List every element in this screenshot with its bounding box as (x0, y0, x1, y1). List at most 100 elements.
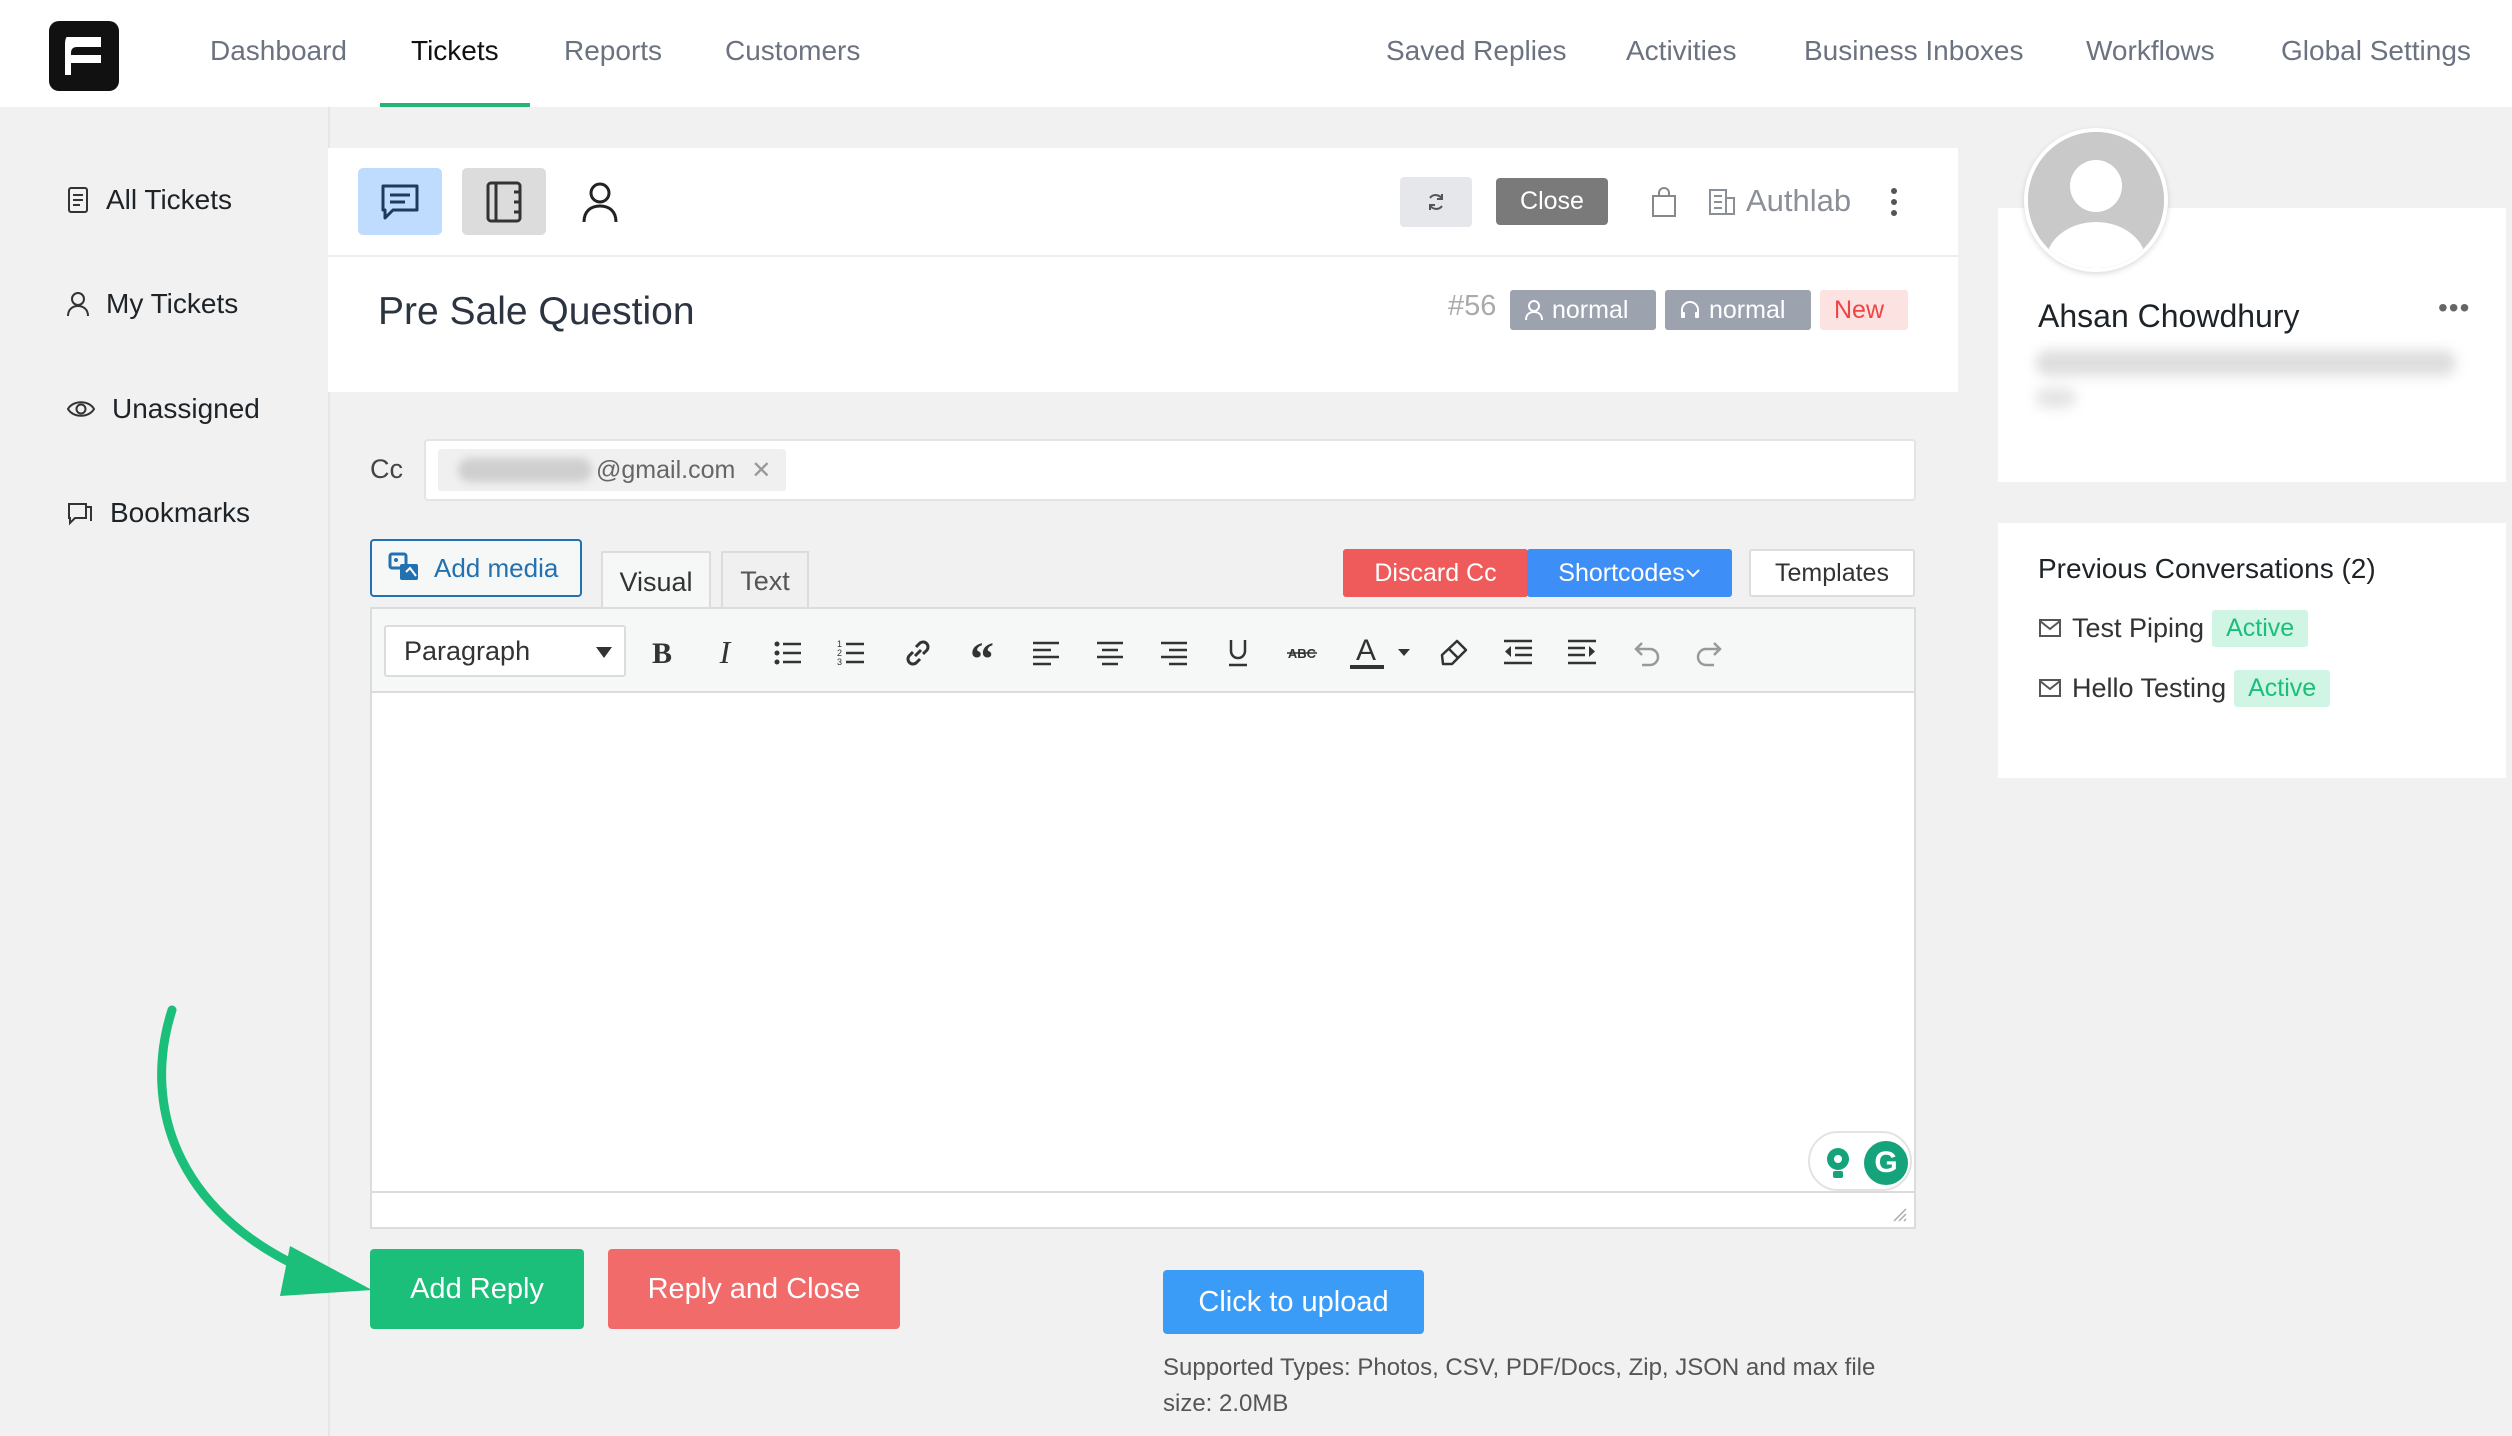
link-icon (906, 640, 930, 666)
svg-text:B: B (652, 637, 672, 670)
templates-button[interactable]: Templates (1749, 549, 1915, 597)
upload-help-text: Supported Types: Photos, CSV, PDF/Docs, … (1163, 1354, 1876, 1417)
strikethrough-button[interactable]: ABC (1282, 633, 1322, 673)
align-right-button[interactable] (1154, 633, 1194, 673)
grammarly-widget[interactable]: G (1808, 1131, 1912, 1191)
add-reply-button[interactable]: Add Reply (370, 1249, 584, 1329)
customer-tab[interactable] (558, 168, 642, 235)
nav-activities[interactable]: Activities (1626, 0, 1736, 107)
customer-name: Ahsan Chowdhury (2038, 298, 2300, 334)
redo-button[interactable] (1690, 633, 1730, 673)
blurred-customer-detail (2036, 388, 2076, 408)
tab-visual[interactable]: Visual (601, 551, 711, 611)
shortcodes-dropdown[interactable]: Shortcodes (1527, 549, 1732, 597)
bullet-list-button[interactable] (768, 633, 808, 673)
nav-saved-replies[interactable]: Saved Replies (1386, 0, 1567, 107)
refresh-button[interactable] (1400, 177, 1472, 227)
user-icon (582, 182, 618, 222)
clear-formatting-button[interactable] (1434, 633, 1474, 673)
link-button[interactable] (898, 633, 938, 673)
nav-customers[interactable]: Customers (725, 0, 860, 107)
blurred-email-user (458, 458, 592, 482)
nav-dashboard[interactable]: Dashboard (210, 0, 347, 107)
sidebar-item-all-tickets[interactable]: All Tickets (66, 180, 232, 220)
status-badge: New (1820, 290, 1908, 330)
notes-tab[interactable] (462, 168, 546, 235)
header-divider (328, 255, 1958, 257)
shopping-bag-icon[interactable] (1650, 186, 1678, 218)
nav-global-settings[interactable]: Global Settings (2281, 0, 2471, 107)
svg-text:“: “ (970, 639, 994, 667)
align-center-button[interactable] (1090, 633, 1130, 673)
format-select-value: Paragraph (404, 635, 531, 666)
remove-cc-icon[interactable]: ✕ (751, 456, 771, 485)
app-logo[interactable] (49, 21, 119, 91)
reply-and-close-button[interactable]: Reply and Close (608, 1249, 900, 1329)
previous-conversation-item[interactable]: Test Piping Active (2038, 608, 2309, 648)
align-center-icon (1097, 641, 1123, 666)
indent-button[interactable] (1562, 633, 1602, 673)
previous-conversation-item[interactable]: Hello Testing Active (2038, 668, 2331, 708)
previous-conversations-card: Previous Conversations (2) Test Piping A… (1998, 523, 2506, 778)
sidebar-item-unassigned[interactable]: Unassigned (66, 389, 260, 429)
underline-button[interactable] (1218, 633, 1258, 673)
sidebar-item-my-tickets[interactable]: My Tickets (66, 284, 238, 324)
tab-text[interactable]: Text (721, 551, 809, 609)
numbered-list-button[interactable]: 123 (831, 633, 871, 673)
mailbox-name: Authlab (1746, 183, 1852, 218)
discard-cc-button[interactable]: Discard Cc (1343, 549, 1528, 597)
agent-priority-badge: normal (1665, 290, 1811, 330)
conversation-subject: Test Piping (2072, 612, 2205, 643)
more-vertical-icon[interactable] (1888, 186, 1900, 218)
nav-workflows[interactable]: Workflows (2086, 0, 2215, 107)
nav-reports[interactable]: Reports (564, 0, 662, 107)
undo-button[interactable] (1626, 633, 1666, 673)
rich-text-editor: Paragraph B I 123 “ ABC A G (370, 607, 1916, 1229)
avatar-placeholder-icon (2028, 132, 2164, 268)
document-icon (68, 187, 88, 213)
upload-button[interactable]: Click to upload (1163, 1270, 1424, 1334)
resize-handle-icon[interactable] (1890, 1205, 1908, 1223)
conversation-tab[interactable] (358, 168, 442, 235)
align-right-icon (1161, 641, 1187, 666)
redo-icon (1696, 642, 1722, 667)
italic-button[interactable]: I (705, 633, 745, 673)
outdent-button[interactable] (1498, 633, 1538, 673)
sidebar-item-bookmarks[interactable]: Bookmarks (66, 493, 250, 533)
cc-email-domain: @gmail.com (596, 455, 736, 484)
mailbox-selector[interactable]: Authlab (1708, 178, 1851, 224)
notebook-icon (486, 181, 522, 222)
indent-icon (1568, 639, 1596, 665)
blurred-customer-email (2036, 350, 2456, 376)
blockquote-button[interactable]: “ (962, 633, 1002, 673)
numbered-list-icon: 123 (837, 639, 864, 667)
editor-content-area[interactable] (372, 695, 1914, 1195)
nav-tickets[interactable]: Tickets (380, 0, 530, 107)
align-left-button[interactable] (1026, 633, 1066, 673)
italic-icon: I (719, 636, 732, 670)
ticket-id: #56 (1448, 290, 1497, 322)
svg-text:3: 3 (837, 657, 842, 667)
text-color-button[interactable]: A (1346, 633, 1416, 673)
building-icon (1709, 189, 1735, 215)
cc-input[interactable]: @gmail.com ✕ (424, 439, 1916, 501)
sidebar-item-label: Unassigned (112, 393, 260, 424)
editor-toolbar: Paragraph B I 123 “ ABC A (372, 609, 1914, 693)
strikethrough-icon: ABC (1287, 646, 1317, 661)
customer-priority-badge: normal (1510, 290, 1656, 330)
add-media-button[interactable]: Add media (370, 539, 582, 597)
status-badge: Active (2234, 669, 2331, 707)
bold-button[interactable]: B (642, 633, 682, 673)
bullet-list-icon (774, 641, 801, 665)
badge-text: normal (1709, 295, 1786, 324)
headset-icon (1681, 301, 1699, 318)
nav-business-inboxes[interactable]: Business Inboxes (1804, 0, 2023, 107)
annotation-arrow-icon (157, 1005, 372, 1296)
close-ticket-button[interactable]: Close (1496, 178, 1608, 225)
editor-statusbar (372, 1191, 1914, 1227)
sidebar-item-label: All Tickets (106, 184, 233, 215)
more-horizontal-icon[interactable]: ••• (2438, 292, 2470, 324)
format-select[interactable]: Paragraph (384, 625, 626, 677)
user-icon (1525, 300, 1543, 321)
cc-label: Cc (370, 454, 403, 484)
